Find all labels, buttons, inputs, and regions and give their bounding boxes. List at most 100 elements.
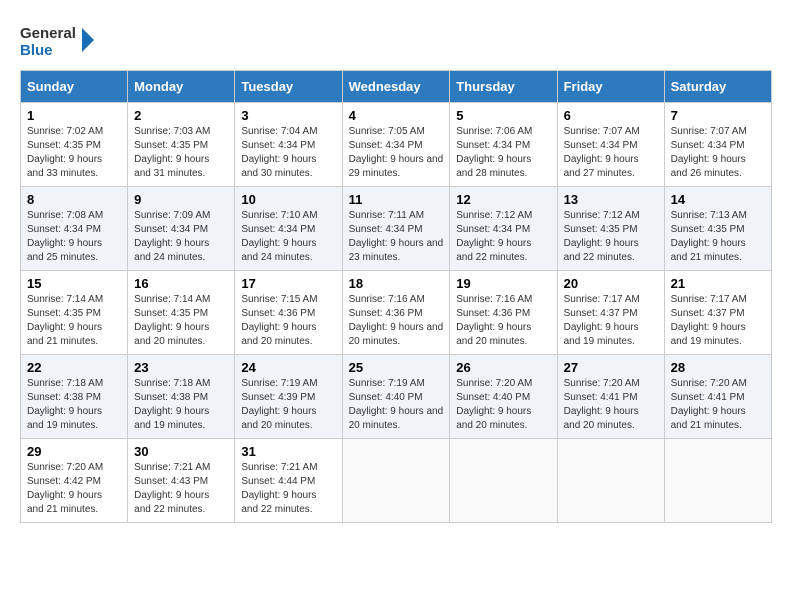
day-info: Sunrise: 7:05 AMSunset: 4:34 PMDaylight:… [349,125,444,181]
calendar-cell [557,439,664,523]
calendar-cell: 9 Sunrise: 7:09 AMSunset: 4:34 PMDaylight… [128,187,235,271]
calendar-cell: 21 Sunrise: 7:17 AMSunset: 4:37 PMDayligh… [664,271,771,355]
calendar-cell: 26 Sunrise: 7:20 AMSunset: 4:40 PMDayligh… [450,355,557,439]
calendar-week-row: 22 Sunrise: 7:18 AMSunset: 4:38 PMDayligh… [21,355,772,439]
day-number: 16 [134,276,228,291]
day-info: Sunrise: 7:21 AMSunset: 4:43 PMDaylight:… [134,461,228,517]
day-info: Sunrise: 7:15 AMSunset: 4:36 PMDaylight:… [241,293,335,349]
day-number: 10 [241,192,335,207]
day-info: Sunrise: 7:21 AMSunset: 4:44 PMDaylight:… [241,461,335,517]
calendar-week-row: 1 Sunrise: 7:02 AMSunset: 4:35 PMDaylight… [21,103,772,187]
calendar-cell: 15 Sunrise: 7:14 AMSunset: 4:35 PMDayligh… [21,271,128,355]
logo: GeneralBlue [20,20,100,60]
day-number: 17 [241,276,335,291]
calendar-cell: 11 Sunrise: 7:11 AMSunset: 4:34 PMDayligh… [342,187,450,271]
calendar-week-row: 8Sunrise: 7:08 AMSunset: 4:34 PMDaylight… [21,187,772,271]
day-info: Sunrise: 7:20 AMSunset: 4:41 PMDaylight:… [564,377,658,433]
calendar-cell: 10Sunrise: 7:10 AMSunset: 4:34 PMDayligh… [235,187,342,271]
calendar-cell: 24 Sunrise: 7:19 AMSunset: 4:39 PMDayligh… [235,355,342,439]
day-info: Sunrise: 7:20 AMSunset: 4:41 PMDaylight:… [671,377,765,433]
day-number: 9 [134,192,228,207]
day-info: Sunrise: 7:03 AMSunset: 4:35 PMDaylight:… [134,125,228,181]
day-number: 19 [456,276,550,291]
day-number: 5 [456,108,550,123]
day-number: 2 [134,108,228,123]
day-number: 26 [456,360,550,375]
day-info: Sunrise: 7:08 AMSunset: 4:34 PMDaylight:… [27,209,121,265]
day-info: Sunrise: 7:19 AMSunset: 4:40 PMDaylight:… [349,377,444,433]
column-header-friday: Friday [557,71,664,103]
day-number: 23 [134,360,228,375]
calendar-week-row: 29 Sunrise: 7:20 AMSunset: 4:42 PMDayligh… [21,439,772,523]
calendar-cell: 16 Sunrise: 7:14 AMSunset: 4:35 PMDayligh… [128,271,235,355]
day-number: 20 [564,276,658,291]
calendar-table: SundayMondayTuesdayWednesdayThursdayFrid… [20,70,772,523]
calendar-cell: 2 Sunrise: 7:03 AMSunset: 4:35 PMDaylight… [128,103,235,187]
day-info: Sunrise: 7:07 AMSunset: 4:34 PMDaylight:… [671,125,765,181]
calendar-cell: 18 Sunrise: 7:16 AMSunset: 4:36 PMDayligh… [342,271,450,355]
day-info: Sunrise: 7:14 AMSunset: 4:35 PMDaylight:… [134,293,228,349]
calendar-cell: 19 Sunrise: 7:16 AMSunset: 4:36 PMDayligh… [450,271,557,355]
day-info: Sunrise: 7:18 AMSunset: 4:38 PMDaylight:… [27,377,121,433]
day-info: Sunrise: 7:09 AMSunset: 4:34 PMDaylight:… [134,209,228,265]
day-info: Sunrise: 7:19 AMSunset: 4:39 PMDaylight:… [241,377,335,433]
day-number: 1 [27,108,121,123]
calendar-cell: 12Sunrise: 7:12 AMSunset: 4:34 PMDayligh… [450,187,557,271]
day-info: Sunrise: 7:17 AMSunset: 4:37 PMDaylight:… [564,293,658,349]
calendar-cell: 3Sunrise: 7:04 AMSunset: 4:34 PMDaylight… [235,103,342,187]
day-info: Sunrise: 7:14 AMSunset: 4:35 PMDaylight:… [27,293,121,349]
calendar-week-row: 15 Sunrise: 7:14 AMSunset: 4:35 PMDayligh… [21,271,772,355]
day-number: 21 [671,276,765,291]
calendar-cell: 22 Sunrise: 7:18 AMSunset: 4:38 PMDayligh… [21,355,128,439]
day-info: Sunrise: 7:17 AMSunset: 4:37 PMDaylight:… [671,293,765,349]
svg-text:Blue: Blue [20,42,53,59]
calendar-cell: 23 Sunrise: 7:18 AMSunset: 4:38 PMDayligh… [128,355,235,439]
calendar-cell [664,439,771,523]
calendar-cell: 30 Sunrise: 7:21 AMSunset: 4:43 PMDayligh… [128,439,235,523]
column-header-tuesday: Tuesday [235,71,342,103]
calendar-cell: 8Sunrise: 7:08 AMSunset: 4:34 PMDaylight… [21,187,128,271]
day-number: 6 [564,108,658,123]
day-number: 22 [27,360,121,375]
day-number: 14 [671,192,765,207]
calendar-cell: 20 Sunrise: 7:17 AMSunset: 4:37 PMDayligh… [557,271,664,355]
column-header-thursday: Thursday [450,71,557,103]
calendar-cell [342,439,450,523]
calendar-cell: 17 Sunrise: 7:15 AMSunset: 4:36 PMDayligh… [235,271,342,355]
day-number: 15 [27,276,121,291]
day-number: 25 [349,360,444,375]
day-info: Sunrise: 7:20 AMSunset: 4:40 PMDaylight:… [456,377,550,433]
calendar-cell: 29 Sunrise: 7:20 AMSunset: 4:42 PMDayligh… [21,439,128,523]
day-info: Sunrise: 7:13 AMSunset: 4:35 PMDaylight:… [671,209,765,265]
calendar-cell: 27Sunrise: 7:20 AMSunset: 4:41 PMDayligh… [557,355,664,439]
day-info: Sunrise: 7:20 AMSunset: 4:42 PMDaylight:… [27,461,121,517]
day-number: 11 [349,192,444,207]
day-number: 18 [349,276,444,291]
day-info: Sunrise: 7:16 AMSunset: 4:36 PMDaylight:… [456,293,550,349]
calendar-cell: 31 Sunrise: 7:21 AMSunset: 4:44 PMDayligh… [235,439,342,523]
day-number: 29 [27,444,121,459]
day-info: Sunrise: 7:02 AMSunset: 4:35 PMDaylight:… [27,125,121,181]
day-number: 7 [671,108,765,123]
header-section: GeneralBlue [20,20,772,60]
day-number: 4 [349,108,444,123]
day-number: 24 [241,360,335,375]
calendar-cell: 5 Sunrise: 7:06 AMSunset: 4:34 PMDaylight… [450,103,557,187]
day-info: Sunrise: 7:18 AMSunset: 4:38 PMDaylight:… [134,377,228,433]
calendar-cell: 14 Sunrise: 7:13 AMSunset: 4:35 PMDayligh… [664,187,771,271]
calendar-cell: 7 Sunrise: 7:07 AMSunset: 4:34 PMDaylight… [664,103,771,187]
day-info: Sunrise: 7:06 AMSunset: 4:34 PMDaylight:… [456,125,550,181]
column-header-sunday: Sunday [21,71,128,103]
day-number: 3 [241,108,335,123]
day-info: Sunrise: 7:11 AMSunset: 4:34 PMDaylight:… [349,209,444,265]
day-info: Sunrise: 7:16 AMSunset: 4:36 PMDaylight:… [349,293,444,349]
day-number: 31 [241,444,335,459]
calendar-cell: 4 Sunrise: 7:05 AMSunset: 4:34 PMDaylight… [342,103,450,187]
day-number: 30 [134,444,228,459]
column-header-monday: Monday [128,71,235,103]
day-number: 12 [456,192,550,207]
calendar-cell: 25 Sunrise: 7:19 AMSunset: 4:40 PMDayligh… [342,355,450,439]
day-number: 28 [671,360,765,375]
day-info: Sunrise: 7:07 AMSunset: 4:34 PMDaylight:… [564,125,658,181]
day-info: Sunrise: 7:12 AMSunset: 4:35 PMDaylight:… [564,209,658,265]
